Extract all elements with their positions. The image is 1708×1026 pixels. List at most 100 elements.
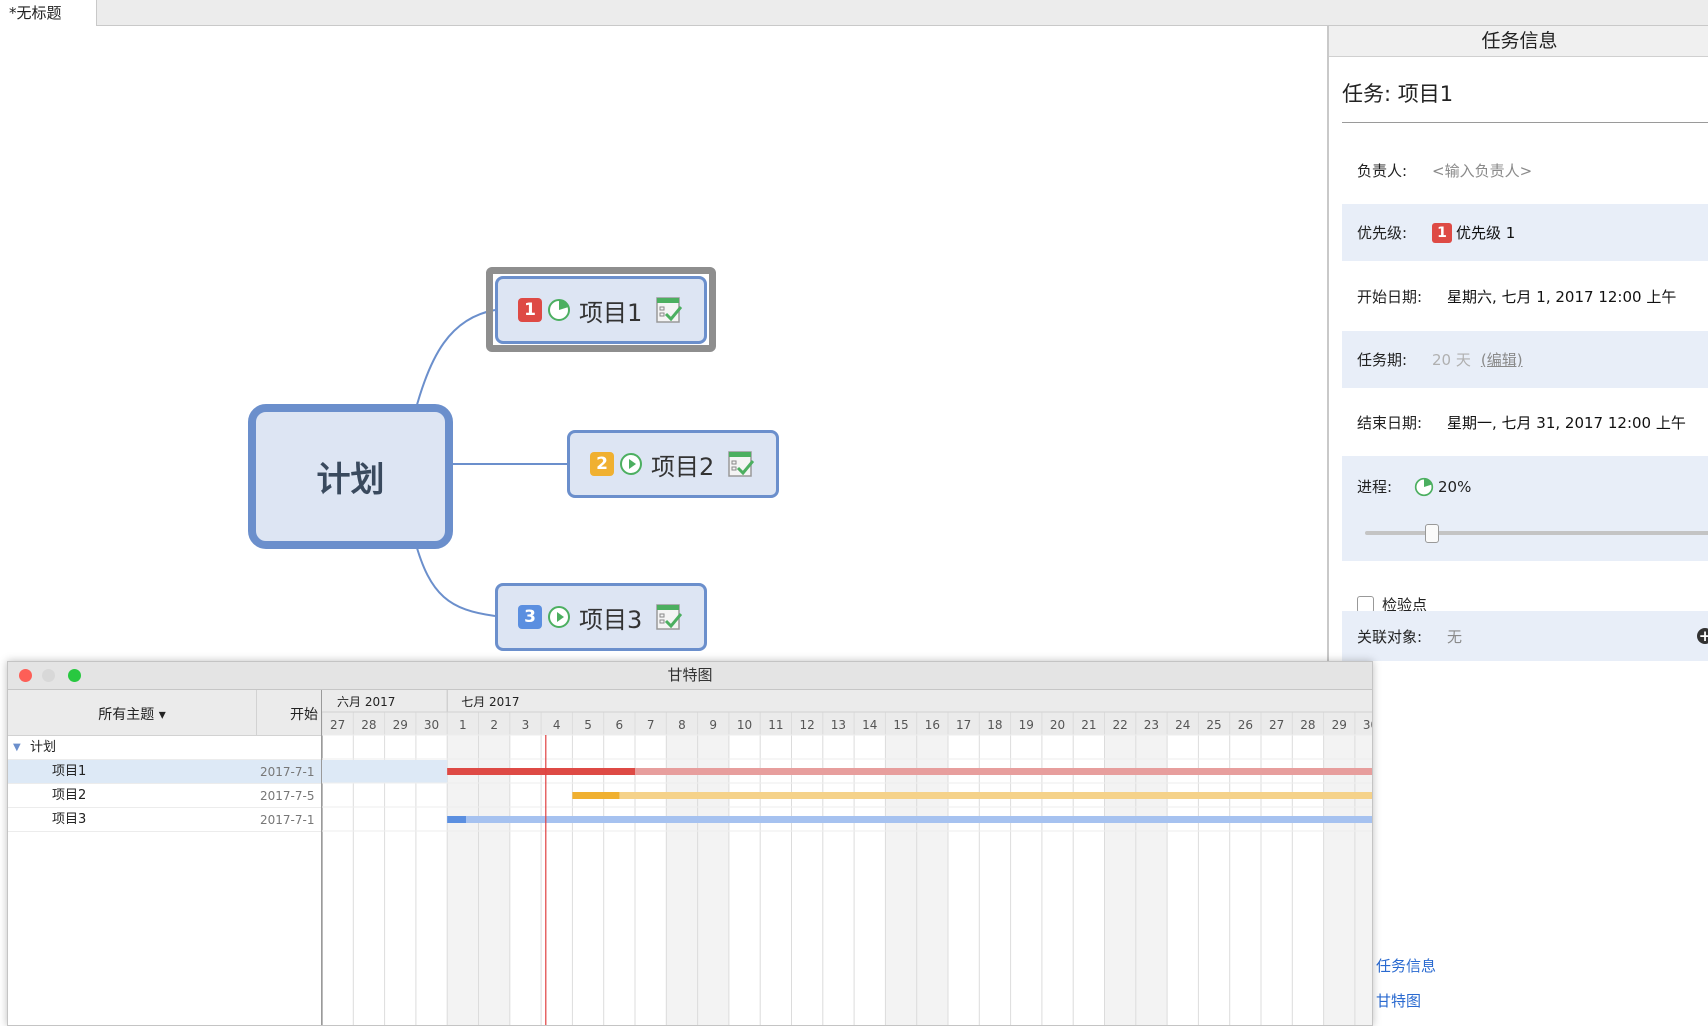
gantt-row-label: 计划 (30, 740, 57, 755)
close-button[interactable] (19, 669, 32, 682)
gantt-row-label: 项目2 (52, 788, 87, 803)
progress-value: 20% (1438, 477, 1472, 496)
gantt-row-start: 2017-7-5 (260, 789, 315, 803)
progress-label: 进程: (1357, 478, 1393, 496)
owner-row: 负责人: <输入负责人> (1342, 142, 1708, 199)
zoom-button[interactable] (68, 669, 81, 682)
day-label: 5 (584, 718, 592, 732)
gantt-root-row[interactable]: ▼ 计划 (8, 736, 321, 760)
day-label: 4 (553, 718, 561, 732)
milestone-checkbox[interactable] (1357, 595, 1374, 613)
day-label: 17 (956, 718, 971, 732)
weekend-column (697, 735, 729, 1025)
end-date-label: 结束日期: (1357, 414, 1423, 432)
day-label: 30 (1363, 718, 1372, 732)
task-info-panel: 任务信息 任务: 项目1 负责人: <输入负责人> 优先级: 1 优先级 1 开… (1327, 26, 1708, 662)
day-label: 28 (361, 718, 376, 732)
day-label: 26 (1238, 718, 1253, 732)
minimize-button[interactable] (42, 669, 55, 682)
task-progress-bar (572, 792, 620, 799)
gantt-task-list: 所有主题 ▾ 开始 ▼ 计划 项目1 2017-7-1 项目2 2017-7-5… (8, 690, 323, 1025)
weekend-column (885, 735, 917, 1025)
day-label: 10 (737, 718, 752, 732)
task-bar (447, 816, 1372, 823)
gantt-row[interactable]: 项目3 2017-7-1 (8, 808, 321, 832)
weekend-column (916, 735, 948, 1025)
central-topic[interactable]: 计划 (248, 404, 453, 549)
day-label: 8 (678, 718, 686, 732)
start-date-field[interactable]: 星期六, 七月 1, 2017 12:00 上午 (1447, 286, 1676, 307)
end-date-field[interactable]: 星期一, 七月 31, 2017 12:00 上午 (1447, 412, 1686, 433)
disclosure-triangle-icon[interactable]: ▼ (13, 736, 21, 760)
day-label: 20 (1050, 718, 1065, 732)
day-label: 19 (1019, 718, 1034, 732)
progress-pie-icon (548, 299, 570, 321)
weekend-column (666, 735, 698, 1025)
day-label: 22 (1113, 718, 1128, 732)
day-label: 29 (393, 718, 408, 732)
day-label: 3 (522, 718, 530, 732)
connector-to-topic-1 (414, 309, 496, 413)
selected-row-highlight (322, 760, 448, 783)
gantt-title: 甘特图 (667, 666, 713, 684)
all-topics-dropdown[interactable]: 所有主题 ▾ (8, 690, 257, 735)
day-label: 11 (768, 718, 783, 732)
day-label: 25 (1206, 718, 1221, 732)
topic-project-2[interactable]: 2 项目2 (567, 430, 779, 498)
weekend-column (478, 735, 510, 1025)
gantt-row[interactable]: 项目1 2017-7-1 (8, 760, 321, 784)
gantt-row-label: 项目3 (52, 812, 87, 827)
gantt-row[interactable]: 项目2 2017-7-5 (8, 784, 321, 808)
weekend-column (1135, 735, 1168, 1025)
related-value: 无 (1447, 627, 1463, 646)
day-label: 28 (1300, 718, 1315, 732)
play-circle-icon (548, 606, 570, 628)
document-tab[interactable]: *无标题 (0, 0, 97, 26)
start-date-row: 开始日期: 星期六, 七月 1, 2017 12:00 上午 (1342, 268, 1708, 325)
start-column-header[interactable]: 开始 (257, 690, 321, 735)
related-row: 关联对象: 无 (1342, 611, 1708, 661)
duration-value: 20 天 (1432, 351, 1471, 369)
priority-select[interactable]: 优先级 1 (1456, 222, 1515, 243)
gantt-row-start: 2017-7-1 (260, 813, 315, 827)
gantt-titlebar[interactable]: 甘特图 (8, 662, 1372, 690)
day-label: 16 (925, 718, 940, 732)
topic-project-1[interactable]: 1 项目1 (495, 276, 707, 344)
priority-label: 优先级: (1357, 224, 1408, 242)
task-info-icon (728, 451, 755, 477)
task-info-icon (656, 297, 683, 323)
progress-slider-thumb[interactable] (1425, 524, 1439, 543)
gantt-window: 甘特图 所有主题 ▾ 开始 ▼ 计划 项目1 2017-7-1 项目2 2017… (7, 661, 1373, 1026)
progress-row: 进程: 20% (1342, 456, 1708, 561)
task-info-link[interactable]: 任务信息 (1376, 955, 1436, 976)
duration-label: 任务期: (1357, 351, 1408, 369)
owner-input[interactable]: <输入负责人> (1432, 160, 1532, 181)
topic-project-3[interactable]: 3 项目3 (495, 583, 707, 651)
gantt-column-header: 所有主题 ▾ 开始 (8, 690, 321, 736)
task-info-icon (656, 604, 683, 630)
panel-switcher: 任务信息 甘特图 (1376, 955, 1436, 1025)
day-label: 29 (1332, 718, 1347, 732)
day-label: 12 (800, 718, 815, 732)
topic-label: 项目3 (579, 605, 643, 634)
day-label: 1 (459, 718, 467, 732)
central-topic-label: 计划 (316, 460, 385, 500)
gantt-link[interactable]: 甘特图 (1376, 990, 1436, 1011)
progress-slider[interactable] (1365, 531, 1708, 535)
gantt-timeline[interactable]: 27 28 29 30 1 2 3 4 5 6 7 8 9 10 11 12 13 14 15 16 17 18 19 20 2… (322, 690, 1372, 1025)
add-icon[interactable]: + (1697, 628, 1708, 644)
weekend-column (447, 735, 479, 1025)
duration-row: 任务期: 20 天 (编辑) (1342, 331, 1708, 388)
priority-2-icon: 2 (590, 452, 614, 476)
start-date-label: 开始日期: (1357, 288, 1423, 306)
owner-label: 负责人: (1357, 162, 1408, 180)
day-label: 24 (1175, 718, 1190, 732)
duration-edit-link[interactable]: (编辑) (1481, 349, 1523, 370)
task-bar (572, 792, 1372, 799)
day-label: 2 (490, 718, 498, 732)
weekend-column (1354, 735, 1372, 1025)
gantt-row-label: 项目1 (52, 764, 87, 779)
day-label: 7 (647, 718, 655, 732)
end-date-row: 结束日期: 星期一, 七月 31, 2017 12:00 上午 (1342, 394, 1708, 451)
gantt-row-start: 2017-7-1 (260, 765, 315, 779)
